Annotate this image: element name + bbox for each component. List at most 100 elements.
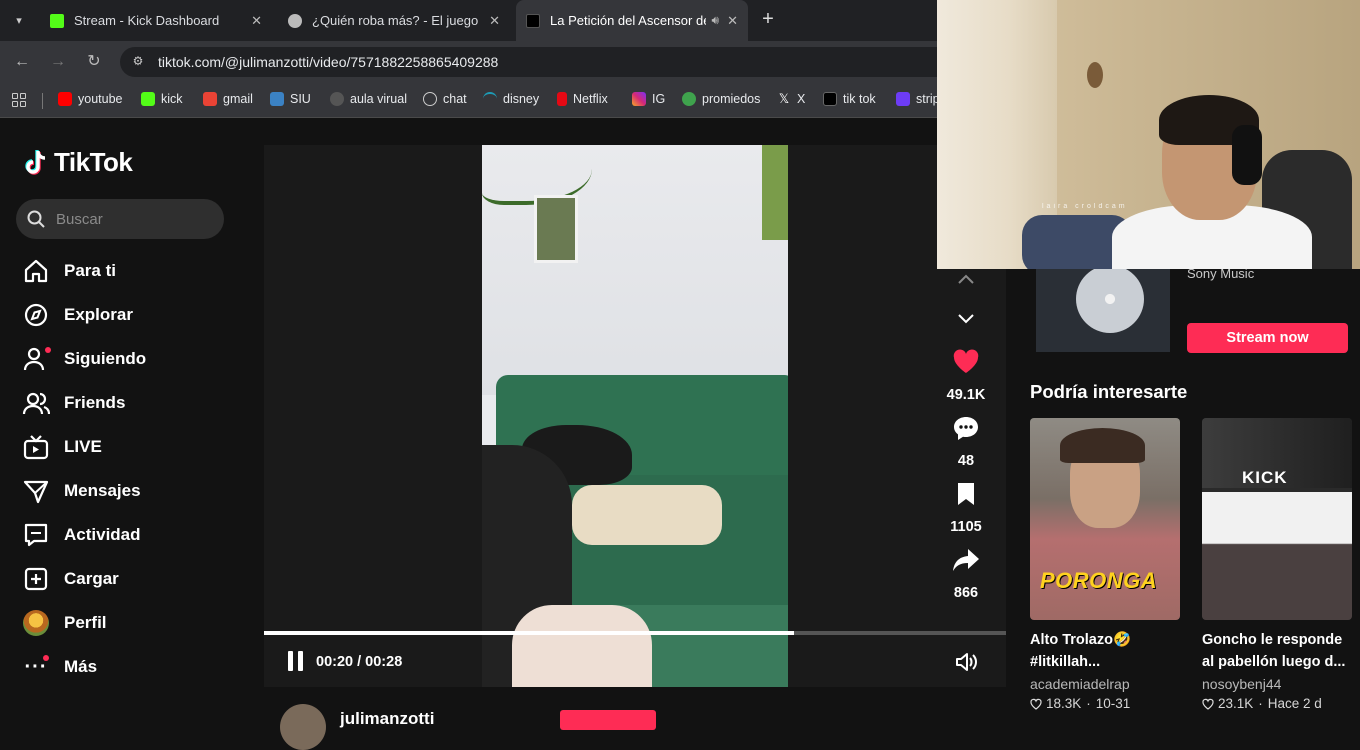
video-side-poster bbox=[762, 145, 788, 240]
webcam-headphones bbox=[1232, 125, 1262, 185]
thumbnail-caption: PORONGA bbox=[1040, 568, 1158, 593]
recommended-video-card[interactable]: PORONGA Alto Trolazo🤣 #litkillah... acad… bbox=[1030, 418, 1180, 711]
nav-label: Más bbox=[64, 657, 98, 676]
share-arrow-icon bbox=[953, 549, 979, 571]
bookmark-promiedos[interactable]: promiedos bbox=[682, 92, 760, 106]
close-tab-icon[interactable]: ✕ bbox=[251, 13, 262, 29]
thumb-bottom-frame bbox=[1202, 492, 1352, 620]
browser-tab-active[interactable]: La Petición del Ascensor de 🔊︎ ✕ bbox=[516, 0, 748, 41]
bookmark-icon bbox=[958, 483, 974, 505]
bookmark-disney[interactable]: disney bbox=[483, 92, 539, 106]
speaker-icon[interactable]: 🔊︎ bbox=[712, 13, 720, 28]
stream-now-button[interactable]: Stream now bbox=[1187, 323, 1348, 353]
bookmark-strip[interactable]: strip bbox=[896, 92, 940, 106]
bookmark-tiktok[interactable]: tik tok bbox=[823, 92, 876, 106]
nav-para-ti[interactable]: Para ti bbox=[22, 253, 116, 289]
youtube-icon bbox=[58, 92, 72, 106]
search-box[interactable] bbox=[16, 199, 224, 239]
heart-outline-icon bbox=[1030, 698, 1042, 710]
video-thumbnail[interactable]: KICK bbox=[1202, 418, 1352, 620]
video-meta: 23.1K · Hace 2 d bbox=[1202, 696, 1352, 711]
bookmark-label: tik tok bbox=[843, 92, 876, 106]
follow-button[interactable] bbox=[560, 710, 656, 730]
search-input[interactable] bbox=[56, 210, 206, 228]
logo-text: TikTok bbox=[54, 147, 133, 177]
search-icon bbox=[27, 210, 45, 228]
nav-label: Mensajes bbox=[64, 481, 141, 500]
site-settings-icon[interactable]: ⚙ bbox=[130, 54, 146, 70]
nav-actividad[interactable]: Actividad bbox=[22, 517, 141, 553]
video-thumbnail[interactable]: PORONGA bbox=[1030, 418, 1180, 620]
reload-icon[interactable]: ↻ bbox=[84, 53, 104, 73]
nav-explorar[interactable]: Explorar bbox=[22, 297, 133, 333]
bookmark-label: gmail bbox=[223, 92, 253, 106]
webcam-wall-decoration bbox=[1087, 62, 1103, 88]
nav-mensajes[interactable]: Mensajes bbox=[22, 473, 141, 509]
url-text[interactable]: tiktok.com/@julimanzotti/video/757188225… bbox=[158, 54, 498, 70]
player-controls: 00:20 / 00:28 bbox=[264, 643, 1006, 683]
nav-friends[interactable]: Friends bbox=[22, 385, 125, 421]
tiktok-icon bbox=[526, 13, 540, 28]
author-avatar[interactable] bbox=[280, 704, 326, 750]
like-button[interactable]: 49.1K bbox=[940, 348, 992, 403]
nav-live[interactable]: LIVE bbox=[22, 429, 102, 465]
disney-icon bbox=[483, 92, 497, 106]
tab-title: ¿Quién roba más? - El juego qu bbox=[312, 13, 482, 28]
save-count: 1105 bbox=[950, 519, 982, 535]
bookmark-netflix[interactable]: Netflix bbox=[557, 92, 608, 106]
tiktok-icon bbox=[823, 92, 837, 106]
close-tab-icon[interactable]: ✕ bbox=[727, 13, 738, 29]
kick-icon bbox=[50, 13, 64, 28]
tab-list-chevron-icon[interactable]: ▾ bbox=[8, 9, 30, 31]
music-card: Sony Music Stream now bbox=[1030, 259, 1352, 354]
progress-bar[interactable] bbox=[264, 631, 1006, 635]
video-poster bbox=[534, 195, 578, 263]
bookmark-x[interactable]: 𝕏X bbox=[777, 91, 806, 107]
video-frame[interactable] bbox=[482, 145, 788, 687]
nav-siguiendo[interactable]: Siguiendo bbox=[22, 341, 146, 377]
new-tab-button[interactable]: + bbox=[758, 8, 778, 32]
bookmark-label: kick bbox=[161, 92, 183, 106]
bookmark-label: disney bbox=[503, 92, 540, 106]
bookmark-gmail[interactable]: gmail bbox=[203, 92, 253, 106]
compass-icon bbox=[24, 303, 48, 327]
bookmark-chat[interactable]: chat bbox=[423, 92, 467, 106]
comment-button[interactable]: 48 bbox=[940, 414, 992, 469]
tiktok-logo[interactable]: TikTok bbox=[24, 147, 133, 178]
promiedos-icon bbox=[682, 92, 696, 106]
bookmark-kick[interactable]: kick bbox=[141, 92, 183, 106]
siu-icon bbox=[270, 92, 284, 106]
bookmark-siu[interactable]: SIU bbox=[270, 92, 311, 106]
x-icon: 𝕏 bbox=[778, 91, 790, 106]
video-caption[interactable]: Alto Trolazo🤣 #litkillah... bbox=[1030, 629, 1182, 673]
share-count: 866 bbox=[953, 585, 979, 601]
video-author[interactable]: academiadelrap bbox=[1030, 676, 1180, 692]
bookmark-ig[interactable]: IG bbox=[632, 92, 665, 106]
volume-icon[interactable] bbox=[954, 651, 978, 673]
album-cover[interactable] bbox=[1036, 259, 1170, 352]
nav-label: Cargar bbox=[64, 569, 119, 588]
pause-icon[interactable] bbox=[288, 651, 304, 671]
forward-arrow-icon[interactable]: → bbox=[48, 53, 68, 73]
recommended-video-card[interactable]: KICK Goncho le responde al pabellón lueg… bbox=[1202, 418, 1352, 711]
nav-perfil[interactable]: Perfil bbox=[22, 605, 107, 641]
close-tab-icon[interactable]: ✕ bbox=[489, 13, 500, 29]
activity-icon bbox=[24, 523, 48, 547]
share-button[interactable]: 866 bbox=[940, 546, 992, 601]
apps-grid-icon[interactable] bbox=[12, 93, 26, 107]
nav-cargar[interactable]: Cargar bbox=[22, 561, 119, 597]
browser-tab[interactable]: ¿Quién roba más? - El juego qu ✕ bbox=[278, 0, 510, 41]
bookmark-aula[interactable]: aula virual bbox=[330, 92, 407, 106]
save-button[interactable]: 1105 bbox=[940, 480, 992, 535]
video-caption[interactable]: Goncho le responde al pabellón luego d..… bbox=[1202, 629, 1354, 673]
nav-mas[interactable]: ··· Más bbox=[22, 649, 97, 685]
video-author[interactable]: nosoybenj44 bbox=[1202, 676, 1352, 692]
author-name[interactable]: julimanzotti bbox=[340, 709, 434, 729]
chevron-down-icon[interactable] bbox=[956, 312, 976, 326]
chevron-up-icon[interactable] bbox=[956, 272, 976, 286]
bookmark-youtube[interactable]: youtube bbox=[58, 92, 122, 106]
browser-tab[interactable]: Stream - Kick Dashboard ✕ bbox=[40, 0, 272, 41]
friends-icon bbox=[22, 392, 50, 415]
video-player[interactable]: 00:20 / 00:28 bbox=[264, 145, 1006, 687]
back-arrow-icon[interactable]: ← bbox=[12, 53, 32, 73]
